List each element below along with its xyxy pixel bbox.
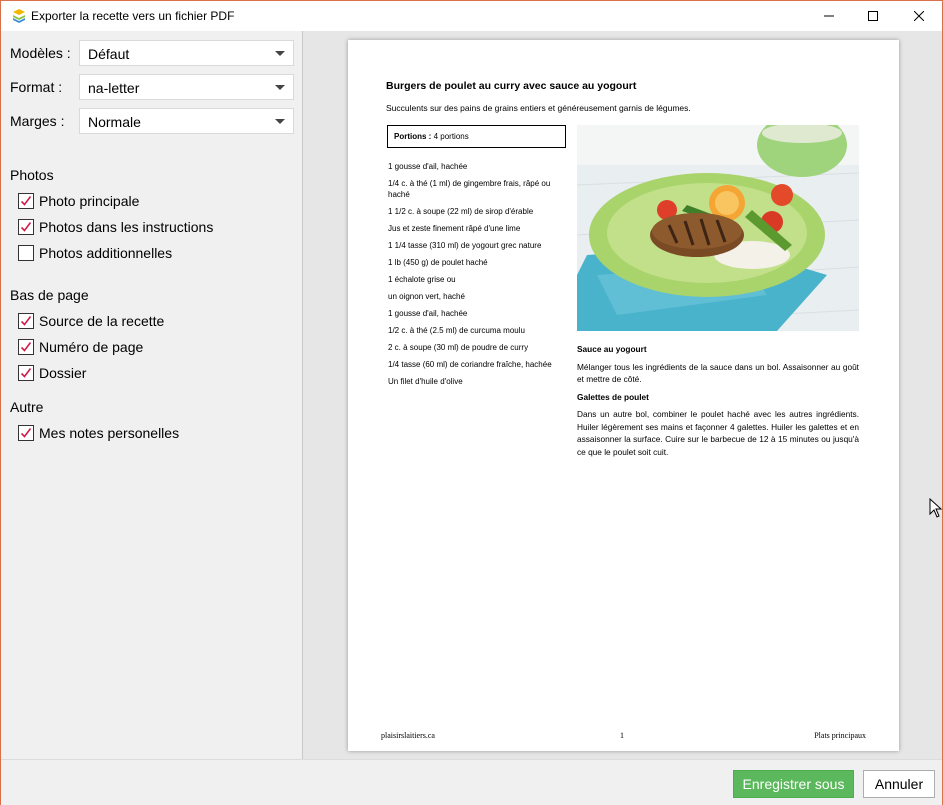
checkbox-label: Dossier <box>39 365 87 381</box>
step-text: Mélanger tous les ingrédients de la sauc… <box>577 361 859 385</box>
ingredient-item: 1 gousse d'ail, hachée <box>388 309 468 318</box>
format-select[interactable]: na-letter <box>79 74 294 100</box>
footer-section-title: Bas de page <box>10 287 89 303</box>
numero-page-checkbox[interactable]: Numéro de page <box>18 337 143 357</box>
template-value: Défaut <box>88 46 130 62</box>
checkbox-box[interactable] <box>18 219 34 235</box>
instructions: Sauce au yogourt Mélanger tous les ingré… <box>577 343 859 463</box>
ingredient-item: 1 échalote grise ou <box>388 275 456 284</box>
chevron-down-icon <box>275 51 285 56</box>
checkbox-box[interactable] <box>18 313 34 329</box>
ingredient-item: 1 1/2 c. à soupe (22 ml) de sirop d'érab… <box>388 207 534 216</box>
dossier-checkbox[interactable]: Dossier <box>18 363 86 383</box>
checkbox-label: Photos additionnelles <box>39 245 173 261</box>
ingredient-item: 1/2 c. à thé (2.5 ml) de curcuma moulu <box>388 326 525 335</box>
portions-box: Portions : 4 portions <box>387 125 566 148</box>
ingredient-item: Un filet d'huile d'olive <box>388 377 463 386</box>
step-text: Dans un autre bol, combiner le poulet ha… <box>577 409 859 457</box>
checkbox-box[interactable] <box>18 193 34 209</box>
source-recette-checkbox[interactable]: Source de la recette <box>18 311 164 331</box>
checkmark-icon <box>20 428 32 438</box>
ingredient-item: 1 1/4 tasse (310 ml) de yogourt grec nat… <box>388 241 542 250</box>
checkbox-label: Photos dans les instructions <box>39 219 214 235</box>
notes-personnelles-checkbox[interactable]: Mes notes personelles <box>18 423 179 443</box>
recipe-main-photo <box>577 125 859 331</box>
portions-label: Portions : <box>394 132 432 141</box>
format-value: na-letter <box>88 80 140 96</box>
ingredients-list: 1 gousse d'ail, hachée 1/4 c. à thé (1 m… <box>388 161 560 393</box>
maximize-icon <box>868 11 878 21</box>
footer-source: plaisirslaitiers.ca <box>381 731 435 740</box>
pdf-page: Burgers de poulet au curry avec sauce au… <box>348 40 899 751</box>
step-heading: Sauce au yogourt <box>577 344 647 354</box>
photo-principale-checkbox[interactable]: Photo principale <box>18 191 139 211</box>
margins-value: Normale <box>88 114 141 130</box>
maximize-button[interactable] <box>850 1 896 31</box>
chevron-down-icon <box>275 85 285 90</box>
close-button[interactable] <box>896 1 942 31</box>
minimize-button[interactable] <box>806 1 852 31</box>
checkmark-icon <box>20 196 32 206</box>
footer-folder: Plats principaux <box>814 731 866 740</box>
ingredient-item: un oignon vert, haché <box>388 292 465 301</box>
close-icon <box>914 11 924 21</box>
other-section-title: Autre <box>10 399 44 415</box>
format-label: Format : <box>10 79 63 95</box>
template-select[interactable]: Défaut <box>79 40 294 66</box>
mouse-cursor-icon <box>929 498 943 518</box>
portions-value: 4 portions <box>433 132 469 141</box>
ingredient-item: 2 c. à soupe (30 ml) de poudre de curry <box>388 343 529 352</box>
footer-page-number: 1 <box>620 731 624 740</box>
export-pdf-dialog: Exporter la recette vers un fichier PDF … <box>0 0 943 805</box>
save-as-button[interactable]: Enregistrer sous <box>733 770 854 798</box>
template-label: Modèles : <box>10 45 71 61</box>
chevron-down-icon <box>275 119 285 124</box>
step-heading: Galettes de poulet <box>577 391 649 402</box>
pdf-preview-area[interactable]: Burgers de poulet au curry avec sauce au… <box>302 31 942 759</box>
checkbox-box[interactable] <box>18 425 34 441</box>
photos-additionnelles-checkbox[interactable]: Photos additionnelles <box>18 243 172 263</box>
title-bar: Exporter la recette vers un fichier PDF <box>1 1 942 31</box>
dialog-button-bar: Enregistrer sous Annuler <box>1 759 942 805</box>
ingredient-item: Jus et zeste finement râpé d'une lime <box>388 224 521 233</box>
cancel-button[interactable]: Annuler <box>863 770 935 798</box>
ingredient-item: 1 gousse d'ail, hachée <box>388 162 468 171</box>
ingredient-item: 1 lb (450 g) de poulet haché <box>388 258 488 267</box>
app-icon <box>13 9 25 23</box>
checkbox-label: Photo principale <box>39 193 140 209</box>
margins-label: Marges : <box>10 113 65 129</box>
recipe-subtitle: Succulents sur des pains de grains entie… <box>386 103 691 113</box>
window-title: Exporter la recette vers un fichier PDF <box>31 9 235 23</box>
checkmark-icon <box>20 222 32 232</box>
margins-select[interactable]: Normale <box>79 108 294 134</box>
checkbox-box[interactable] <box>18 365 34 381</box>
photos-instructions-checkbox[interactable]: Photos dans les instructions <box>18 217 213 237</box>
checkmark-icon <box>20 368 32 378</box>
recipe-title: Burgers de poulet au curry avec sauce au… <box>386 80 637 92</box>
checkbox-box[interactable] <box>18 245 34 261</box>
checkbox-label: Numéro de page <box>39 339 144 355</box>
ingredient-item: 1/4 tasse (60 ml) de coriandre fraîche, … <box>388 360 552 369</box>
checkbox-box[interactable] <box>18 339 34 355</box>
checkmark-icon <box>20 316 32 326</box>
checkmark-icon <box>20 342 32 352</box>
ingredient-item: 1/4 c. à thé (1 ml) de gingembre frais, … <box>388 179 551 199</box>
checkbox-label: Mes notes personelles <box>39 425 180 441</box>
photos-section-title: Photos <box>10 167 54 183</box>
minimize-icon <box>824 15 834 17</box>
options-panel: Modèles : Défaut Format : na-letter Marg… <box>1 31 302 759</box>
checkbox-label: Source de la recette <box>39 313 165 329</box>
